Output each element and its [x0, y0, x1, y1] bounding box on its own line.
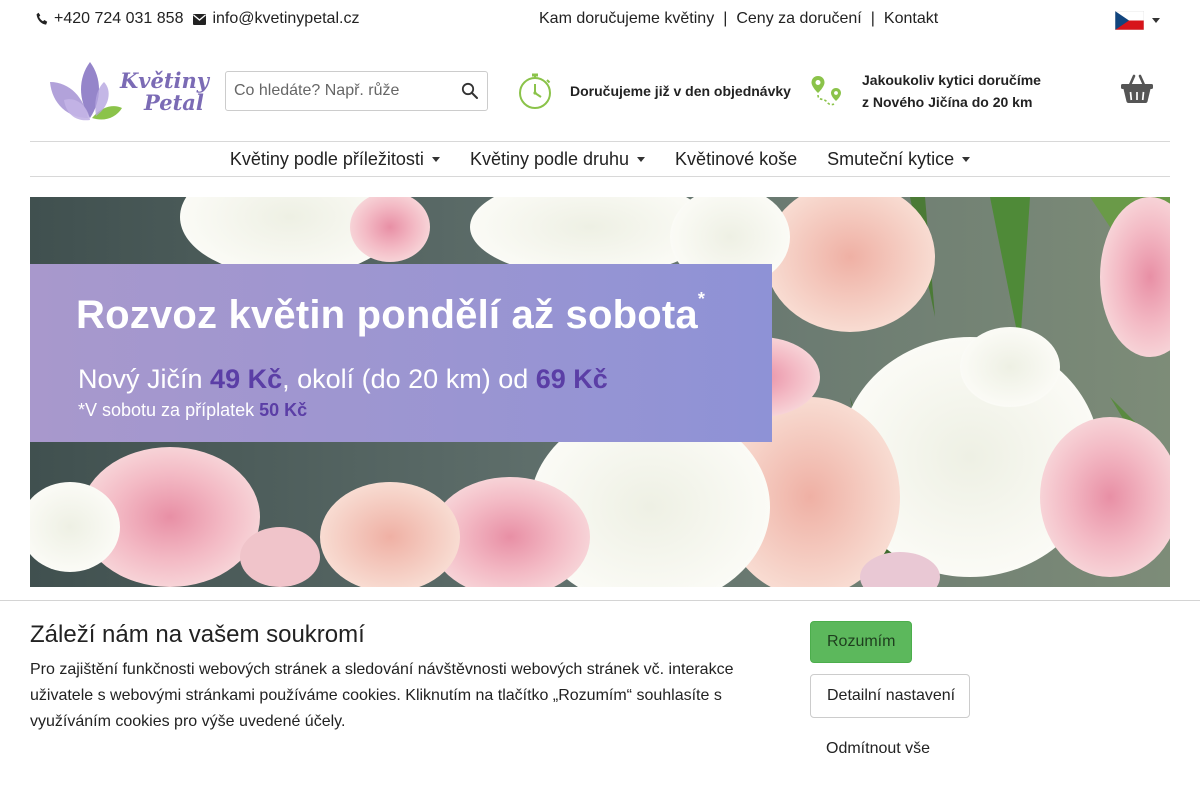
- phone-link[interactable]: +420 724 031 858: [36, 10, 183, 28]
- cookie-title: Záleží nám na vašem soukromí: [30, 621, 365, 648]
- nav-label: Květiny podle druhu: [469, 148, 630, 169]
- promo-city: Nový Jičín: [78, 364, 211, 394]
- chevron-down-icon: [637, 156, 646, 162]
- envelope-icon: [193, 13, 207, 25]
- main-navigation: Květiny podle příležitosti Květiny podle…: [30, 141, 1170, 177]
- link-contact[interactable]: Kontakt: [884, 10, 938, 28]
- logo-line-2: Petal: [144, 90, 204, 115]
- top-bar: +420 724 031 858 info@kvetinypetal.cz Ka…: [0, 0, 1200, 40]
- promo-price-city: 49 Kč: [210, 364, 283, 394]
- cookie-text: Pro zajištění funkčnosti webových stráne…: [30, 661, 734, 730]
- promo-price-surroundings: 69 Kč: [535, 364, 608, 394]
- email-link[interactable]: info@kvetinypetal.cz: [193, 10, 359, 28]
- search-box: [225, 71, 488, 111]
- email-address: info@kvetinypetal.cz: [212, 10, 360, 27]
- top-links: Kam doručujeme květiny | Ceny za doručen…: [539, 10, 938, 28]
- promo-headline: Rozvoz květin pondělí až sobota*: [76, 289, 705, 338]
- promo-asterisk: *: [697, 289, 706, 309]
- search-icon[interactable]: [461, 82, 479, 100]
- chevron-down-icon: [962, 156, 971, 162]
- feature-same-day-delivery: Doručujeme již v den objednávky: [517, 72, 791, 110]
- link-delivery-area[interactable]: Kam doručujeme květiny: [539, 10, 714, 28]
- separator: |: [723, 10, 728, 27]
- basket-icon: [1121, 74, 1153, 103]
- accept-cookies-button[interactable]: Rozumím: [810, 621, 912, 663]
- chevron-down-icon: [1152, 18, 1160, 23]
- map-route-icon: [811, 76, 841, 106]
- czech-flag-icon: [1115, 11, 1144, 30]
- delivery-area-line-1: Jakoukoliv kytici doručíme: [862, 72, 1041, 88]
- nav-flowers-by-occasion[interactable]: Květiny podle příležitosti: [230, 149, 440, 170]
- hero-banner[interactable]: Rozvoz květin pondělí až sobota* Nový Ji…: [30, 197, 1170, 587]
- cart-button[interactable]: [1120, 74, 1154, 109]
- delivery-area-text: Jakoukoliv kytici doručíme z Nového Jičí…: [862, 69, 1041, 113]
- promo-box: Rozvoz květin pondělí až sobota* Nový Ji…: [30, 264, 772, 442]
- delivery-area-line-2: z Nového Jičína do 20 km: [862, 94, 1033, 110]
- promo-saturday-price: 50 Kč: [259, 400, 308, 420]
- nav-flowers-by-type[interactable]: Květiny podle druhu: [469, 148, 646, 170]
- logo-wordmark: Květiny Petal: [120, 70, 209, 114]
- nav-funeral-bouquets[interactable]: Smuteční kytice: [827, 148, 971, 170]
- promo-prices: Nový Jičín 49 Kč, okolí (do 20 km) od 69…: [78, 364, 608, 395]
- reject-cookies-button[interactable]: Odmítnout vše: [810, 729, 970, 769]
- promo-saturday-text: *V sobotu za příplatek: [78, 400, 260, 420]
- nav-flower-baskets[interactable]: Květinové koše: [675, 149, 797, 170]
- logo-line-1: Květiny: [120, 68, 209, 93]
- flower-logo-icon: [50, 62, 122, 121]
- separator: |: [870, 10, 875, 27]
- promo-headline-text: Rozvoz květin pondělí až sobota: [76, 293, 698, 337]
- cookie-settings-button[interactable]: Detailní nastavení: [810, 674, 970, 718]
- phone-number: +420 724 031 858: [54, 10, 184, 27]
- nav-label: Květiny podle příležitosti: [229, 148, 424, 169]
- language-selector[interactable]: [1115, 11, 1160, 30]
- site-logo[interactable]: Květiny Petal: [44, 60, 209, 126]
- phone-icon: [36, 12, 48, 25]
- search-input[interactable]: [226, 72, 454, 110]
- nav-label: Květinové koše: [675, 148, 798, 169]
- promo-surroundings: , okolí (do 20 km) od: [282, 364, 536, 394]
- stopwatch-icon: [519, 73, 551, 109]
- contact-info: +420 724 031 858 info@kvetinypetal.cz: [36, 10, 369, 28]
- nav-label: Smuteční kytice: [827, 148, 955, 169]
- link-delivery-prices[interactable]: Ceny za doručení: [736, 10, 861, 28]
- feature-delivery-area: Jakoukoliv kytici doručíme z Nového Jičí…: [810, 69, 1041, 113]
- chevron-down-icon: [431, 156, 440, 162]
- same-day-text: Doručujeme již v den objednávky: [570, 83, 791, 99]
- promo-saturday-note: *V sobotu za příplatek 50 Kč: [78, 400, 307, 421]
- cookie-consent-bar: Záleží nám na vašem soukromí Pro zajiště…: [0, 600, 1200, 800]
